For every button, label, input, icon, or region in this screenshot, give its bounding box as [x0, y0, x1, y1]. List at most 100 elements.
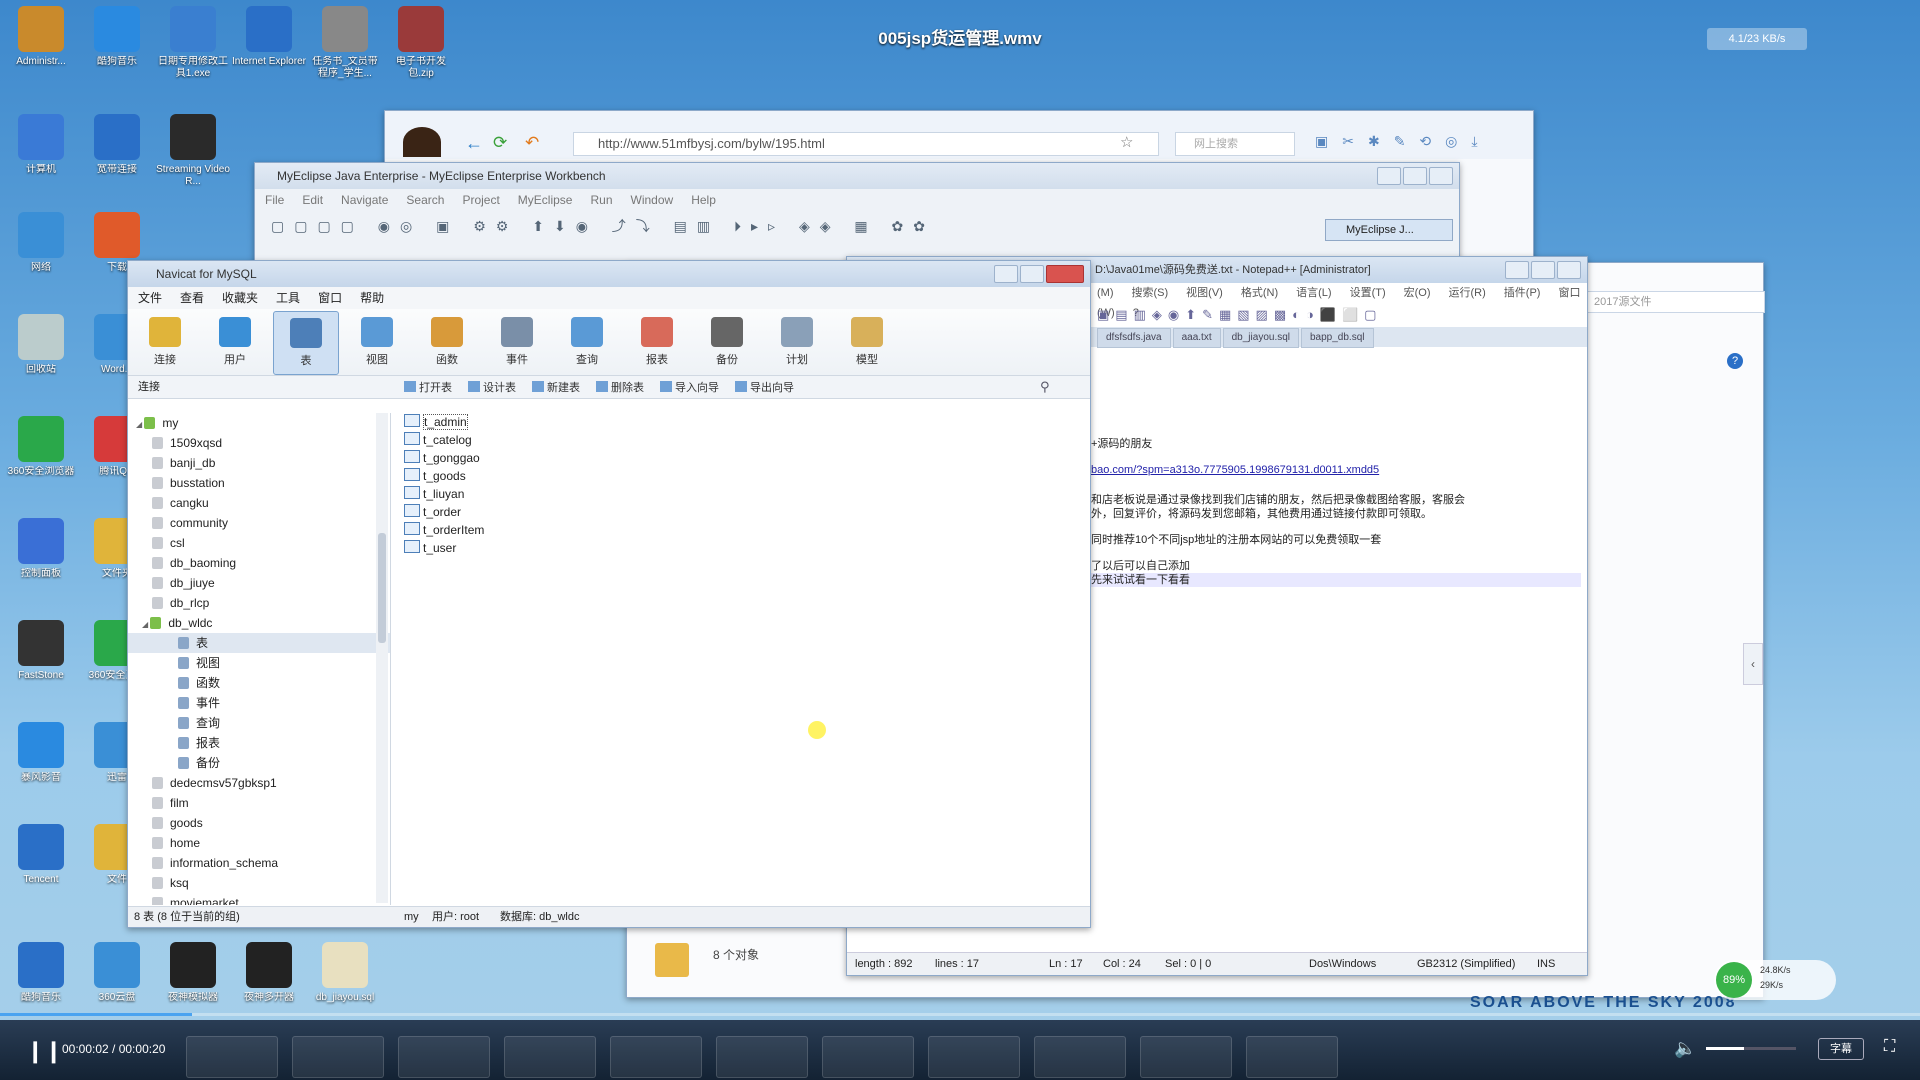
back-icon[interactable]: ← — [465, 133, 483, 154]
subtool-button[interactable]: 打开表 — [404, 381, 452, 394]
tree-item[interactable]: busstation — [128, 473, 390, 493]
taskbar-button[interactable] — [1140, 1036, 1232, 1078]
tree-item[interactable]: ksq — [128, 873, 390, 893]
toolbar-button-5[interactable]: 事件 — [485, 311, 549, 373]
menu-item[interactable]: 窗口 — [318, 291, 342, 305]
menu-item[interactable]: 宏(O) — [1404, 287, 1431, 299]
maximize-button[interactable] — [1403, 167, 1427, 185]
tree-item[interactable]: ◢ db_wldc — [128, 613, 390, 633]
menu-item[interactable]: 语言(L) — [1296, 287, 1331, 299]
tree-item[interactable]: moviemarket — [128, 893, 390, 905]
expand-arrow-icon[interactable]: ◢ — [142, 620, 150, 629]
maximize-button[interactable] — [1020, 265, 1044, 283]
subtitle-button[interactable]: 字幕 — [1818, 1038, 1864, 1060]
avatar[interactable] — [403, 127, 441, 157]
menu-item[interactable]: (M) — [1097, 287, 1114, 299]
tree-item[interactable]: db_jiuye — [128, 573, 390, 593]
table-item[interactable]: t_admin — [404, 413, 484, 431]
file-tab[interactable]: dfsfsdfs.java — [1097, 328, 1171, 348]
subtool-button[interactable]: 导出向导 — [735, 381, 794, 394]
table-item[interactable]: t_orderItem — [404, 521, 484, 539]
desktop-icon[interactable]: 日期专用修改工具1.exe — [156, 4, 230, 92]
toolbar-button-6[interactable]: 查询 — [555, 311, 619, 373]
address-bar[interactable]: http://www.51mfbysj.com/bylw/195.html — [573, 132, 1159, 156]
menu-item[interactable]: 收藏夹 — [222, 291, 258, 305]
tree-item[interactable]: banji_db — [128, 453, 390, 473]
taskbar-button[interactable] — [186, 1036, 278, 1078]
tree-item[interactable]: home — [128, 833, 390, 853]
taskbar-button[interactable] — [716, 1036, 808, 1078]
tree-item[interactable]: 报表 — [128, 733, 390, 753]
desktop-icon[interactable]: Administr... — [4, 4, 78, 92]
taskbar-button[interactable] — [504, 1036, 596, 1078]
tree-scrollbar[interactable] — [376, 413, 388, 903]
taskbar-button[interactable] — [292, 1036, 384, 1078]
desktop-icon[interactable]: Streaming Video R... — [156, 112, 230, 200]
menu-item[interactable]: Window — [631, 193, 674, 207]
table-item[interactable]: t_gonggao — [404, 449, 484, 467]
taskbar-button[interactable] — [398, 1036, 490, 1078]
taskbar-button[interactable] — [610, 1036, 702, 1078]
menu-item[interactable]: Navigate — [341, 193, 388, 207]
tree-item[interactable]: 视图 — [128, 653, 390, 673]
tree-item[interactable]: dedecmsv57gbksp1 — [128, 773, 390, 793]
desktop-icon[interactable]: Internet Explorer — [232, 4, 306, 92]
volume-icon[interactable]: 🔈 — [1674, 1038, 1696, 1059]
close-button[interactable] — [1046, 265, 1084, 283]
close-button[interactable] — [1557, 261, 1581, 279]
tree-item[interactable]: cangku — [128, 493, 390, 513]
menu-item[interactable]: Help — [691, 193, 716, 207]
desktop-icon[interactable]: 酷狗音乐 — [80, 4, 154, 92]
toolbar-button-1[interactable]: 用户 — [203, 311, 267, 373]
toolbar-button-7[interactable]: 报表 — [625, 311, 689, 373]
browser-toolbar-icons[interactable]: ▣✂✱✎⟲◎⤓ — [1315, 133, 1492, 150]
close-button[interactable] — [1429, 167, 1453, 185]
menu-item[interactable]: File — [265, 193, 284, 207]
desktop-icon[interactable]: 控制面板 — [4, 516, 78, 604]
help-icon[interactable]: ? — [1727, 353, 1743, 369]
taskbar-button[interactable] — [928, 1036, 1020, 1078]
perspective-button[interactable]: MyEclipse J... — [1325, 219, 1453, 241]
desktop-icon[interactable]: 网络 — [4, 210, 78, 298]
subtool-button[interactable]: 导入向导 — [660, 381, 719, 394]
file-tab[interactable]: bapp_db.sql — [1301, 328, 1374, 348]
tree-item[interactable]: db_rlcp — [128, 593, 390, 613]
search-input[interactable]: 网上搜索 — [1175, 132, 1295, 156]
maximize-button[interactable] — [1531, 261, 1555, 279]
toolbar-button-4[interactable]: 函数 — [415, 311, 479, 373]
desktop-icon[interactable]: 宽带连接 — [80, 112, 154, 200]
toolbar-button-3[interactable]: 视图 — [345, 311, 409, 373]
tree-item[interactable]: 函数 — [128, 673, 390, 693]
menu-item[interactable]: Project — [462, 193, 499, 207]
file-tab[interactable]: db_jiayou.sql — [1222, 328, 1299, 348]
tree-item[interactable]: ◢ my — [128, 413, 390, 433]
tree-item[interactable]: 事件 — [128, 693, 390, 713]
menu-item[interactable]: 搜索(S) — [1132, 287, 1169, 299]
table-item[interactable]: t_goods — [404, 467, 484, 485]
tree-item[interactable]: csl — [128, 533, 390, 553]
toolbar-button-9[interactable]: 计划 — [765, 311, 829, 373]
minimize-button[interactable] — [1377, 167, 1401, 185]
pause-button[interactable]: ❙❙ — [26, 1038, 63, 1064]
file-tab[interactable]: aaa.txt — [1172, 328, 1221, 348]
minimize-button[interactable] — [994, 265, 1018, 283]
search-icon[interactable]: ⚲ — [1040, 376, 1050, 398]
minimize-button[interactable] — [1505, 261, 1529, 279]
star-icon[interactable]: ☆ — [1120, 133, 1133, 151]
tree-item[interactable]: 表 — [128, 633, 390, 653]
desktop-icon[interactable]: 暴风影音 — [4, 720, 78, 808]
desktop-icon[interactable]: 回收站 — [4, 312, 78, 400]
video-progress[interactable] — [0, 1013, 1920, 1016]
tree-item[interactable]: community — [128, 513, 390, 533]
tree-item[interactable]: information_schema — [128, 853, 390, 873]
taskbar-button[interactable] — [1246, 1036, 1338, 1078]
menu-item[interactable]: Search — [406, 193, 444, 207]
navicat-window[interactable]: Navicat for MySQL 文件 查看 收藏夹 工具 窗口 帮助 连接 用户表视图函… — [127, 260, 1091, 928]
menu-item[interactable]: 运行(R) — [1449, 287, 1486, 299]
menu-item[interactable]: MyEclipse — [518, 193, 573, 207]
toolbar-button-8[interactable]: 备份 — [695, 311, 759, 373]
expand-arrow-icon[interactable]: ◢ — [136, 420, 144, 429]
volume-slider[interactable] — [1706, 1047, 1796, 1050]
table-item[interactable]: t_liuyan — [404, 485, 484, 503]
taskbar-button[interactable] — [822, 1036, 914, 1078]
